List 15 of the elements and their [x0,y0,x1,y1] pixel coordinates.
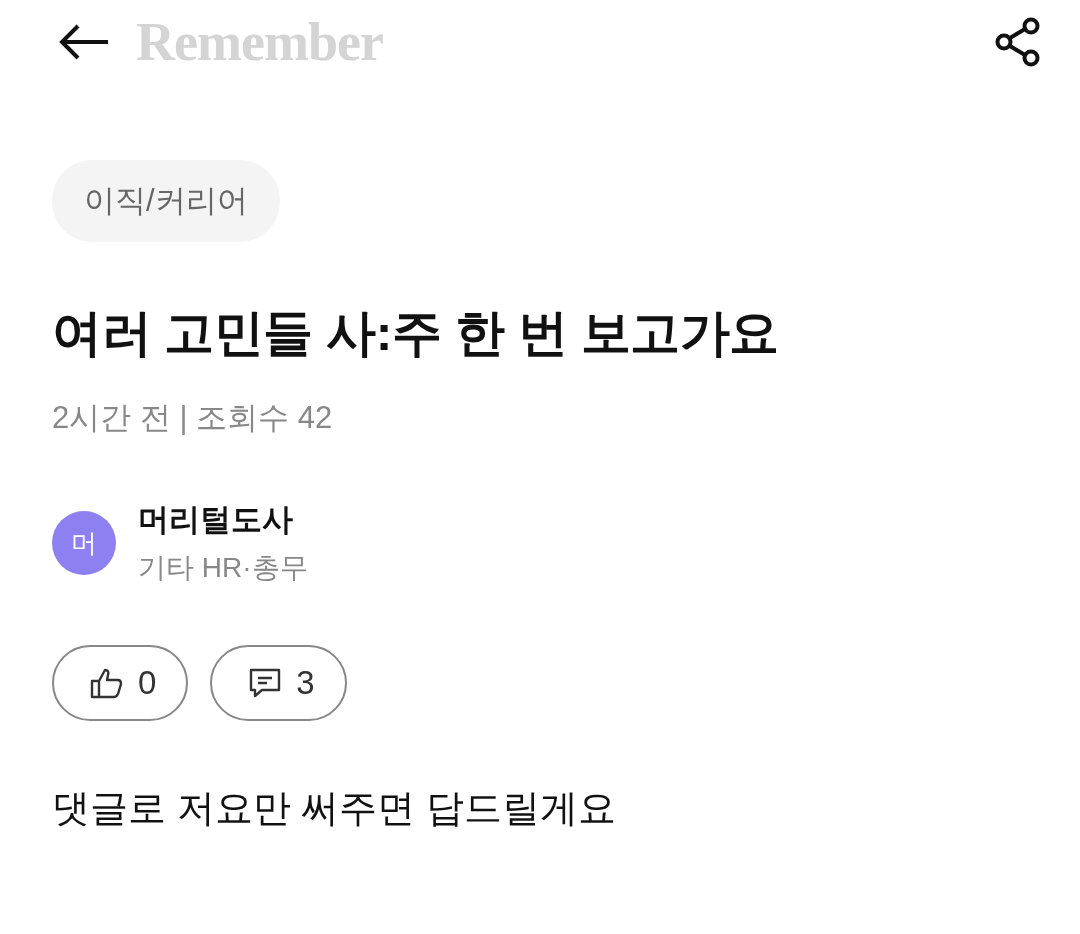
post-title: 여러 고민들 사:주 한 번 보고가요 [52,304,780,363]
comment-button[interactable]: 3 [210,645,347,721]
category-tag[interactable]: 이직/커리어 [52,160,280,242]
author-avatar: 머 [52,511,116,575]
author-name: 머리털도사 [138,501,294,539]
like-button[interactable]: 0 [52,645,189,721]
back-button[interactable] [58,22,110,62]
share-button[interactable] [994,17,1042,67]
post-meta: 2시간 전 | 조회수 42 [52,399,334,437]
author-role: 기타 HR·총무 [138,551,308,585]
back-arrow-icon [58,22,110,62]
comment-icon [248,667,283,699]
post-body: 댓글로 저요만 써주면 답드릴게요 [52,786,617,831]
share-icon [994,17,1042,67]
thumbs-up-icon [90,667,124,699]
